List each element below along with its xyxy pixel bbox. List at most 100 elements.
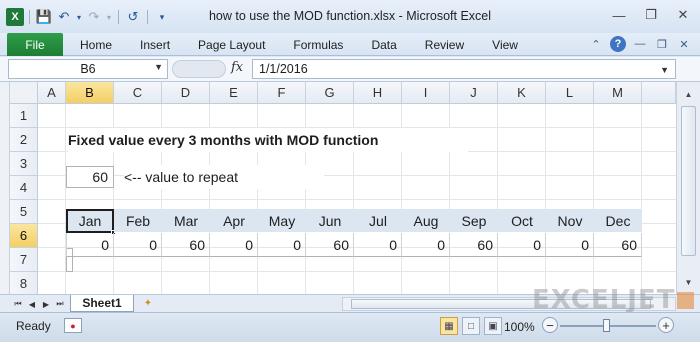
month-cell-sep[interactable]: Sep: [450, 209, 498, 233]
gridline: [38, 199, 676, 200]
help-icon[interactable]: ?: [610, 36, 626, 52]
name-box-value: B6: [80, 62, 96, 76]
value-cell-dec[interactable]: 60: [594, 233, 642, 257]
chevron-down-icon[interactable]: ▼: [154, 62, 163, 72]
month-cell-nov[interactable]: Nov: [546, 209, 594, 233]
row-header-2[interactable]: 2: [10, 128, 38, 152]
month-cell-dec[interactable]: Dec: [594, 209, 642, 233]
month-cell-jun[interactable]: Jun: [306, 209, 354, 233]
value-cell-aug[interactable]: 0: [402, 233, 450, 257]
tab-data[interactable]: Data: [357, 33, 410, 56]
workbook-close-icon[interactable]: ✕: [676, 36, 692, 52]
insert-function-icon[interactable]: fx: [231, 60, 243, 75]
insert-sheet-icon[interactable]: ✦: [140, 297, 156, 310]
value-cell-may[interactable]: 0: [258, 233, 306, 257]
title-bar: X 💾 ↶ ▾ ↷ ▾ ↺ ▾ how to use the MOD funct…: [0, 0, 700, 33]
column-header-k[interactable]: K: [498, 82, 546, 104]
formula-bar-resize-handle[interactable]: [172, 60, 226, 78]
row-header-6[interactable]: 6: [10, 224, 38, 248]
row-header-5[interactable]: 5: [10, 200, 38, 224]
month-cell-aug[interactable]: Aug: [402, 209, 450, 233]
column-header-a[interactable]: A: [38, 82, 66, 104]
formula-input[interactable]: 1/1/2016 ▼: [252, 59, 676, 79]
column-header-i[interactable]: I: [402, 82, 450, 104]
zoom-out-icon[interactable]: −: [542, 317, 558, 333]
month-cell-feb[interactable]: Feb: [114, 209, 162, 233]
minimize-ribbon-icon[interactable]: ⌃: [588, 36, 604, 52]
row-header-1[interactable]: 1: [10, 104, 38, 128]
column-header-h[interactable]: H: [354, 82, 402, 104]
tab-list: Home Insert Page Layout Formulas Data Re…: [66, 33, 532, 56]
month-cell-may[interactable]: May: [258, 209, 306, 233]
value-cell-feb[interactable]: 0: [114, 233, 162, 257]
window-title: how to use the MOD function.xlsx - Micro…: [208, 9, 492, 23]
column-header-m[interactable]: M: [594, 82, 642, 104]
column-header-d[interactable]: D: [162, 82, 210, 104]
select-all-corner[interactable]: [10, 82, 38, 104]
column-header-g[interactable]: G: [306, 82, 354, 104]
value-cell-mar[interactable]: 60: [162, 233, 210, 257]
watermark-text: EXCELJET: [532, 285, 676, 315]
zoom-in-icon[interactable]: +: [658, 317, 674, 333]
value-cell-oct[interactable]: 0: [498, 233, 546, 257]
month-cell-oct[interactable]: Oct: [498, 209, 546, 233]
column-header-f[interactable]: F: [258, 82, 306, 104]
column-header-l[interactable]: L: [546, 82, 594, 104]
last-sheet-icon[interactable]: ⏭: [54, 297, 66, 311]
vertical-scrollbar[interactable]: ▲ ▼: [676, 82, 700, 294]
normal-view-icon[interactable]: ▦: [440, 317, 458, 335]
month-cell-mar[interactable]: Mar: [162, 209, 210, 233]
column-header-j[interactable]: J: [450, 82, 498, 104]
page-break-view-icon[interactable]: ▣: [484, 317, 502, 335]
tab-insert[interactable]: Insert: [126, 33, 184, 56]
zoom-slider-thumb[interactable]: [603, 319, 610, 332]
tab-page-layout[interactable]: Page Layout: [184, 33, 279, 56]
input-value-cell[interactable]: 60: [66, 166, 114, 188]
zoom-level[interactable]: 100%: [504, 320, 535, 334]
tab-file[interactable]: File: [7, 33, 63, 56]
column-header-c[interactable]: C: [114, 82, 162, 104]
ribbon-controls: ⌃ ? — ❐ ✕: [588, 36, 692, 52]
watermark-square: [677, 292, 695, 309]
tab-review[interactable]: Review: [411, 33, 478, 56]
first-sheet-icon[interactable]: ⏮: [12, 297, 24, 311]
gridline: [38, 271, 676, 272]
workbook-minimize-icon[interactable]: —: [632, 36, 648, 52]
row-header-3[interactable]: 3: [10, 152, 38, 176]
macro-record-icon[interactable]: ●: [64, 318, 82, 333]
sheet-tab-sheet1[interactable]: Sheet1: [70, 295, 134, 312]
minimize-icon[interactable]: —: [610, 6, 628, 24]
value-cell-jul[interactable]: 0: [354, 233, 402, 257]
restore-icon[interactable]: ❐: [642, 6, 660, 24]
column-header-b[interactable]: B: [66, 82, 114, 104]
close-icon[interactable]: ✕: [674, 6, 692, 24]
status-bar: Ready ● ▦ □ ▣ 100% − +: [0, 312, 700, 342]
scrollbar-thumb[interactable]: [681, 106, 696, 256]
page-layout-view-icon[interactable]: □: [462, 317, 480, 335]
expand-formula-bar-icon[interactable]: ▼: [660, 65, 669, 75]
row-header-4[interactable]: 4: [10, 176, 38, 200]
tab-formulas[interactable]: Formulas: [279, 33, 357, 56]
month-cell-jul[interactable]: Jul: [354, 209, 402, 233]
row-header-8[interactable]: 8: [10, 272, 38, 296]
value-cell-jun[interactable]: 60: [306, 233, 354, 257]
window-controls: — ❐ ✕: [610, 6, 692, 24]
month-cell-jan[interactable]: Jan: [66, 209, 114, 233]
month-cell-apr[interactable]: Apr: [210, 209, 258, 233]
prev-sheet-icon[interactable]: ◀: [26, 297, 38, 311]
worksheet-grid[interactable]: A B C D E F G H I J K L M 1 2 3 4 5 6 7 …: [0, 82, 700, 342]
next-sheet-icon[interactable]: ▶: [40, 297, 52, 311]
tab-view[interactable]: View: [478, 33, 532, 56]
value-cell-sep[interactable]: 60: [450, 233, 498, 257]
row-header-7[interactable]: 7: [10, 248, 38, 272]
scroll-up-icon[interactable]: ▲: [680, 86, 697, 102]
column-header-e[interactable]: E: [210, 82, 258, 104]
value-cell-nov[interactable]: 0: [546, 233, 594, 257]
workbook-restore-icon[interactable]: ❐: [654, 36, 670, 52]
name-box[interactable]: B6 ▼: [8, 59, 168, 79]
value-cell-apr[interactable]: 0: [210, 233, 258, 257]
status-ready: Ready: [16, 319, 51, 333]
value-cell-jan[interactable]: 0: [66, 233, 114, 257]
sheet-heading[interactable]: Fixed value every 3 months with MOD func…: [68, 128, 468, 152]
tab-home[interactable]: Home: [66, 33, 126, 56]
